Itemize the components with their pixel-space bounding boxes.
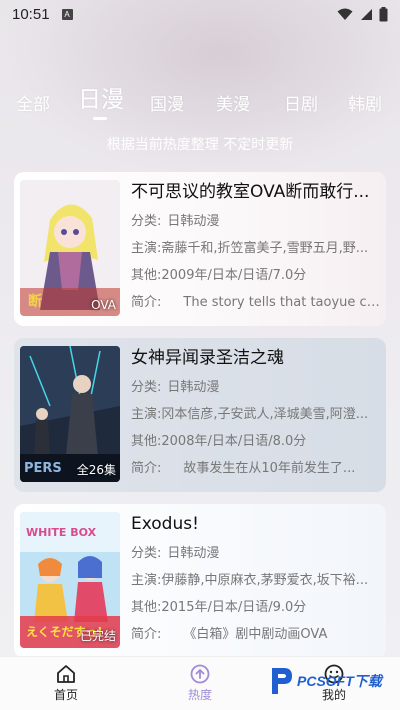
signal-icon: [361, 8, 372, 20]
hot-icon: [190, 664, 210, 684]
list-item[interactable]: PERS 全26集 女神异闻录圣洁之魂 分类: 日韩动漫 主演:冈本信彦,子安武人…: [14, 338, 386, 492]
item-title: 不可思议的教室OVA断而敢行...: [131, 182, 370, 202]
poster-image: PERS 全26集: [20, 346, 120, 482]
svg-text:WHITE BOX: WHITE BOX: [26, 526, 97, 539]
item-cast: 主演:伊藤静,中原麻衣,茅野爱衣,坂下裕...: [131, 573, 369, 588]
item-category: 分类: 日韩动漫: [131, 380, 220, 395]
item-info: 女神异闻录圣洁之魂 分类: 日韩动漫 主演:冈本信彦,子安武人,泽城美雪,阿澄..…: [131, 346, 381, 478]
item-other: 其他:2008年/日本/日语/8.0分: [131, 434, 307, 449]
watermark: PCSOFT下载: [268, 664, 396, 698]
item-title: 女神异闻录圣洁之魂: [131, 348, 284, 368]
list-item[interactable]: WHITE BOX えくそだすっ! 已完结 Exodus! 分类: 日韩动漫 主演…: [14, 504, 386, 658]
status-time: 10:51: [12, 5, 50, 23]
item-intro: 简介: 《白箱》剧中剧动画OVA: [131, 627, 328, 642]
item-intro: 简介: The story tells that taoyue co...: [131, 295, 381, 310]
battery-icon: [379, 6, 388, 21]
category-tabs: 全部 日漫 国漫 美漫 日剧 韩剧: [0, 84, 400, 120]
tab-japanese-drama[interactable]: 日剧: [284, 90, 318, 115]
status-bar: 10:51 A: [0, 0, 400, 28]
tab-korean-drama[interactable]: 韩剧: [348, 90, 382, 115]
item-other: 其他:2009年/日本/日语/7.0分: [131, 268, 307, 283]
item-other: 其他:2015年/日本/日语/9.0分: [131, 600, 307, 615]
nav-hot-label: 热度: [187, 688, 212, 702]
poster-image: 断 OVA: [20, 180, 120, 316]
poster-badge: 已完结: [79, 629, 116, 643]
item-cast: 主演:斋藤千和,折笠富美子,雪野五月,野...: [131, 241, 369, 256]
svg-text:断: 断: [28, 293, 42, 310]
item-cast: 主演:冈本信彦,子安武人,泽城美雪,阿澄...: [131, 407, 369, 422]
svg-text:PERS: PERS: [24, 461, 62, 476]
watermark-text: PCSOFT下载: [297, 673, 382, 689]
item-intro: 简介: 故事发生在从10年前发生了...: [131, 461, 356, 476]
item-info: Exodus! 分类: 日韩动漫 主演:伊藤静,中原麻衣,茅野爱衣,坂下裕... …: [131, 512, 381, 644]
nav-hot[interactable]: 热度: [170, 663, 230, 703]
poster-image: WHITE BOX えくそだすっ! 已完结: [20, 512, 120, 648]
tab-chinese-anime[interactable]: 国漫: [150, 90, 184, 115]
tab-american-anime[interactable]: 美漫: [216, 90, 250, 115]
poster-badge: OVA: [91, 298, 116, 312]
item-title: Exodus!: [131, 514, 199, 534]
nav-home[interactable]: 首页: [36, 663, 96, 703]
home-icon: [57, 665, 75, 683]
item-category: 分类: 日韩动漫: [131, 214, 220, 229]
item-category: 分类: 日韩动漫: [131, 546, 220, 561]
list-item[interactable]: 断 OVA 不可思议的教室OVA断而敢行... 分类: 日韩动漫 主演:斋藤千和,…: [14, 172, 386, 326]
item-info: 不可思议的教室OVA断而敢行... 分类: 日韩动漫 主演:斋藤千和,折笠富美子,…: [131, 180, 381, 312]
tab-all[interactable]: 全部: [16, 90, 50, 115]
poster-badge: 全26集: [76, 463, 116, 477]
tab-japanese-anime[interactable]: 日漫: [78, 80, 124, 114]
active-tab-indicator: [93, 117, 107, 120]
wifi-icon: [337, 8, 353, 20]
nav-home-label: 首页: [53, 688, 78, 702]
list-subtitle: 根据当前热度整理 不定时更新: [106, 137, 294, 153]
notification-icon: A: [61, 8, 73, 20]
watermark-logo-icon: [272, 668, 292, 694]
